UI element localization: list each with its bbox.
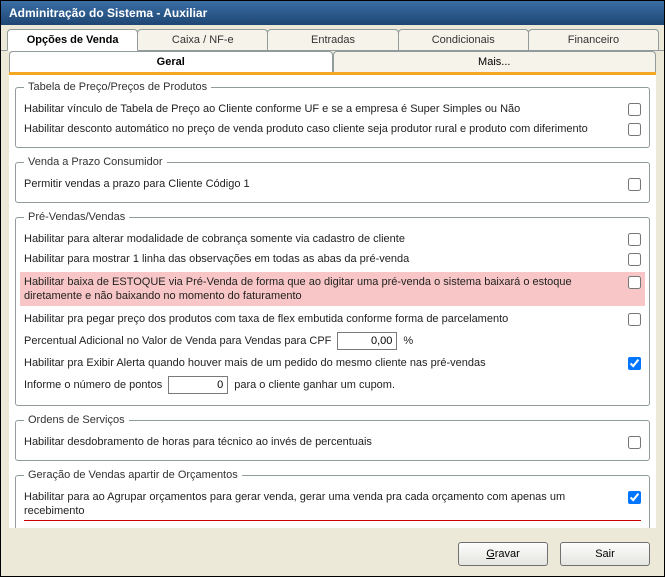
option-label: Habilitar para ao Agrupar orçamentos par… — [24, 490, 622, 518]
checkbox-desconto-produtor-rural[interactable] — [628, 123, 641, 136]
option-label: Habilitar desdobramento de horas para té… — [24, 435, 622, 449]
group-pre-vendas: Pré-Vendas/Vendas Habilitar para alterar… — [15, 211, 650, 406]
exit-label: Sair — [595, 548, 615, 560]
option-label: Percentual Adicional no Valor de Venda p… — [24, 335, 331, 347]
window-title: Adminitração do Sistema - Auxiliar — [9, 6, 207, 20]
option-label: Habilitar desconto automático no preço d… — [24, 122, 622, 136]
option-label: Habilitar baixa de ESTOQUE via Pré-Venda… — [24, 275, 622, 303]
content: Tabela de Preço/Preços de Produtos Habil… — [9, 75, 656, 528]
option-label: Permitir vendas a prazo para Cliente Cód… — [24, 177, 622, 191]
checkbox-baixa-estoque-prevenda[interactable] — [628, 276, 641, 289]
exit-button[interactable]: Sair — [560, 542, 650, 566]
checkbox-venda-prazo-cliente1[interactable] — [628, 178, 641, 191]
group-title: Tabela de Preço/Preços de Produtos — [24, 81, 211, 93]
checkbox-alerta-pedidos[interactable] — [628, 357, 641, 370]
checkbox-modalidade-cobranca[interactable] — [628, 233, 641, 246]
save-button[interactable]: Gravar — [458, 542, 548, 566]
tab-caixa-nfe[interactable]: Caixa / NF-e — [137, 29, 268, 50]
group-tabela-preco: Tabela de Preço/Preços de Produtos Habil… — [15, 81, 650, 148]
checkbox-mostrar-linha-obs[interactable] — [628, 253, 641, 266]
checkbox-preco-flex[interactable] — [628, 313, 641, 326]
option-label: Habilitar pra pegar preço dos produtos c… — [24, 312, 622, 326]
main-tabs: Opções de Venda Caixa / NF-e Entradas Co… — [1, 25, 664, 51]
option-label: Habilitar pra Exibir Alerta quando houve… — [24, 356, 622, 370]
group-title: Ordens de Serviços — [24, 414, 129, 426]
option-label: Habilitar para mostrar 1 linha das obser… — [24, 252, 622, 266]
save-label-rest: ravar — [495, 548, 520, 560]
checkbox-vinculo-tabela-uf[interactable] — [628, 103, 641, 116]
option-label-cont: para o cliente ganhar um cupom. — [234, 379, 395, 391]
input-percentual-cpf[interactable] — [337, 332, 397, 350]
subtab-geral[interactable]: Geral — [9, 51, 333, 72]
sub-tabs: Geral Mais... — [9, 51, 656, 75]
checkbox-desdobramento-horas[interactable] — [628, 436, 641, 449]
unit-label: % — [403, 335, 413, 347]
tab-condicionais[interactable]: Condicionais — [398, 29, 529, 50]
option-label: Informe o número de pontos — [24, 379, 162, 391]
input-numero-pontos[interactable] — [168, 376, 228, 394]
titlebar: Adminitração do Sistema - Auxiliar — [1, 1, 664, 25]
option-label: Habilitar vínculo de Tabela de Preço ao … — [24, 102, 622, 116]
tab-entradas[interactable]: Entradas — [267, 29, 398, 50]
group-geracao-vendas: Geração de Vendas apartir de Orçamentos … — [15, 469, 650, 528]
option-label: Habilitar para alterar modalidade de cob… — [24, 232, 622, 246]
subtab-mais[interactable]: Mais... — [333, 51, 657, 72]
group-venda-prazo: Venda a Prazo Consumidor Permitir vendas… — [15, 156, 650, 203]
group-title: Venda a Prazo Consumidor — [24, 156, 167, 168]
group-title: Geração de Vendas apartir de Orçamentos — [24, 469, 242, 481]
footer: Gravar Sair — [1, 534, 664, 576]
tab-financeiro[interactable]: Financeiro — [528, 29, 659, 50]
checkbox-agrupar-orcamentos[interactable] — [628, 491, 641, 504]
tab-opcoes-venda[interactable]: Opções de Venda — [7, 29, 138, 51]
group-ordens-servicos: Ordens de Serviços Habilitar desdobramen… — [15, 414, 650, 461]
group-title: Pré-Vendas/Vendas — [24, 211, 129, 223]
window: Adminitração do Sistema - Auxiliar Opçõe… — [0, 0, 665, 577]
